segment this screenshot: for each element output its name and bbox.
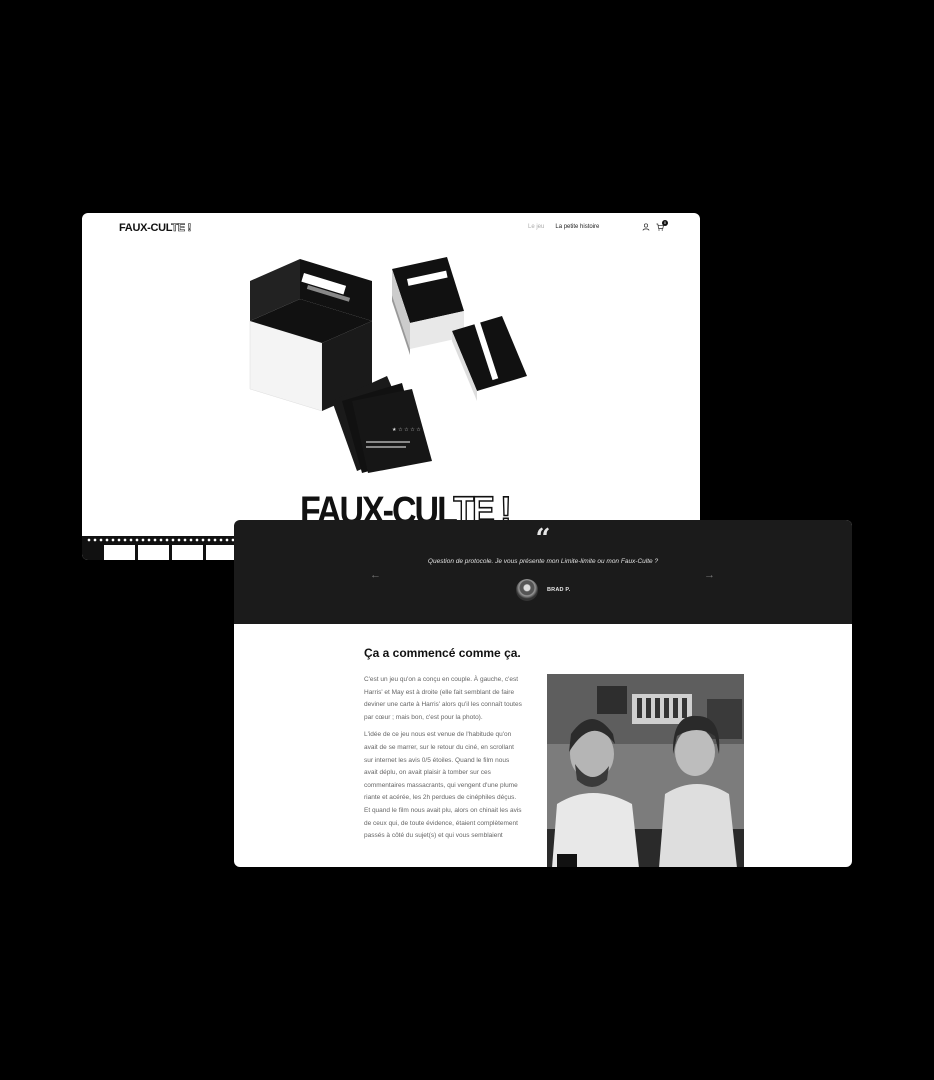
cart-button[interactable]: 0 [656,220,668,231]
story-title: Ça a commencé comme ça. [364,646,521,660]
prev-arrow-icon[interactable]: ← [370,569,381,581]
author-name: BRAD P. [547,587,571,593]
testimonial-quote: Question de protocole. Je vous présente … [427,558,659,565]
header-icons: 0 [642,220,668,231]
story-text: C'est un jeu qu'on a conçu en couple. À … [364,674,522,848]
logo-outline: TE ! [171,222,191,235]
story-paragraph: C'est un jeu qu'on a conçu en couple. À … [364,676,522,721]
logo-solid: FAUX-CUL [119,222,172,234]
avatar [516,579,538,601]
homepage-screenshot: FAUX-CULTE ! Le jeu La petite histoire 0 [82,213,700,560]
testimonial-author: BRAD P. [516,579,570,601]
product-image: ★ ☆ ☆ ☆ ☆ [249,257,527,473]
nav-item-petite-histoire[interactable]: La petite histoire [555,224,599,230]
about-page-screenshot: “ Question de protocole. Je vous présent… [234,520,852,867]
cart-count-badge: 0 [662,220,668,226]
account-icon[interactable] [642,223,650,231]
story-paragraph: L'idée de ce jeu nous est venue de l'hab… [364,731,522,840]
nav-item-le-jeu[interactable]: Le jeu [528,224,544,230]
svg-text:★ ☆ ☆ ☆ ☆: ★ ☆ ☆ ☆ ☆ [392,427,421,433]
next-arrow-icon[interactable]: → [704,569,715,581]
site-logo[interactable]: FAUX-CULTE ! [119,222,192,235]
couple-photo [547,674,744,867]
testimonial-section: “ Question de protocole. Je vous présent… [234,520,852,624]
main-nav: Le jeu La petite histoire [528,224,599,230]
story-section: Ça a commencé comme ça. C'est un jeu qu'… [364,646,744,867]
quote-icon: “ [535,524,551,554]
